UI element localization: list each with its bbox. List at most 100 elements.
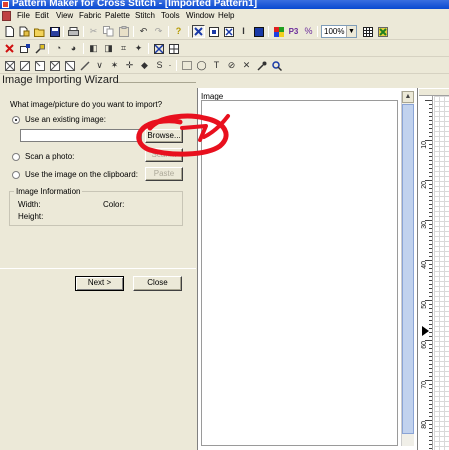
stopwatch-icon[interactable]: ◔ [52, 42, 65, 55]
full-stitch-tool-icon[interactable] [3, 59, 16, 72]
text-cursor-icon[interactable]: I [237, 25, 250, 38]
view-color-blocks-icon[interactable] [252, 25, 265, 38]
redo-icon[interactable]: ↷ [152, 25, 165, 38]
toolbar-separator [48, 43, 49, 54]
help-icon[interactable]: ? [172, 25, 185, 38]
palette-colors-icon[interactable] [272, 25, 285, 38]
radio-scan-photo[interactable] [12, 153, 20, 161]
toolbar-separator [83, 26, 84, 37]
height-label: Height: [18, 212, 44, 221]
special-stitch-tool-icon[interactable]: ◆ [138, 59, 151, 72]
menu-view[interactable]: View [56, 11, 73, 20]
close-button[interactable]: Close [133, 276, 182, 291]
open-folder-icon[interactable] [33, 25, 46, 38]
zoom-select[interactable]: 100% ▼ [321, 25, 357, 38]
palette-manager-icon[interactable]: P3 [287, 25, 300, 38]
image-preview-area [201, 100, 398, 446]
cut-icon[interactable]: ✂ [87, 25, 100, 38]
stitch-view-toggle-icon[interactable] [376, 25, 389, 38]
print-icon[interactable] [67, 25, 80, 38]
toolbar-separator [133, 26, 134, 37]
browse-button[interactable]: Browse... [145, 129, 183, 143]
ruler-label-80: 80 [421, 421, 428, 429]
menu-edit[interactable]: Edit [35, 11, 49, 20]
image-scrollbar[interactable]: ▲ [401, 91, 414, 446]
copy-icon[interactable] [102, 25, 115, 38]
option-existing-label: Use an existing image: [25, 115, 106, 124]
scan-button[interactable]: Scan... [145, 148, 183, 162]
ruler-ticks [425, 100, 432, 449]
menu-stitch[interactable]: Stitch [135, 11, 155, 20]
text-tool-icon[interactable]: T [210, 59, 223, 72]
chevron-down-icon[interactable]: ▼ [346, 26, 356, 37]
radio-existing-image[interactable] [12, 116, 20, 124]
color-picker-icon[interactable] [33, 42, 46, 55]
shape-tool-icon[interactable]: ⊘ [225, 59, 238, 72]
palette-symbols-icon[interactable]: % [302, 25, 315, 38]
image-path-field[interactable] [20, 129, 142, 142]
pattern-grid[interactable] [434, 96, 449, 450]
vertical-ruler: 10 20 30 40 50 60 70 80 [419, 96, 433, 450]
scrollbar-thumb[interactable] [402, 104, 414, 434]
menu-fabric[interactable]: Fabric [79, 11, 101, 20]
menu-file[interactable]: File [17, 11, 30, 20]
mirror-icon[interactable]: ◧ [87, 42, 100, 55]
menu-tools[interactable]: Tools [161, 11, 180, 20]
menu-window[interactable]: Window [186, 11, 214, 20]
ruler-label-20: 20 [421, 181, 428, 189]
pattern-canvas-pane: 10 20 30 40 50 60 70 80 [417, 88, 449, 450]
fill-bucket-icon[interactable] [18, 42, 31, 55]
stitch-grid-icon[interactable] [167, 42, 180, 55]
curve-tool-icon[interactable]: S [153, 59, 166, 72]
document-icon[interactable] [2, 11, 11, 21]
full-cross-stitch-icon[interactable] [192, 25, 205, 38]
color-label: Color: [103, 200, 125, 209]
long-stitch-tool-icon[interactable]: ∨ [93, 59, 106, 72]
option-clipboard-label: Use the image on the clipboard: [25, 170, 138, 179]
view-stitches-icon[interactable] [222, 25, 235, 38]
toolbar-separator [176, 60, 177, 71]
zoom-value: 100% [324, 27, 345, 36]
menu-help[interactable]: Help [218, 11, 234, 20]
open-wizard-icon[interactable] [18, 25, 31, 38]
standard-toolbar: ✂ ↶ ↷ ? I P3 % 100% ▼ [0, 23, 449, 40]
window-title: Pattern Maker for Cross Stitch - [Import… [12, 0, 258, 9]
petite-stitch-tool-icon[interactable] [63, 59, 76, 72]
header-divider [118, 82, 196, 83]
french-knot-tool-icon[interactable]: ✶ [108, 59, 121, 72]
magnifier-icon[interactable] [270, 59, 283, 72]
toolbar-separator [268, 26, 269, 37]
wizard-title: Image Importing Wizard [2, 74, 119, 86]
next-button[interactable]: Next > [75, 276, 124, 291]
radio-clipboard[interactable] [12, 171, 20, 179]
timer-icon[interactable]: ◕ [67, 42, 80, 55]
paste-icon[interactable] [117, 25, 130, 38]
image-preview-panel: Image ▲ [197, 88, 417, 450]
crop-icon[interactable]: ⌗ [117, 42, 130, 55]
ruler-label-60: 60 [421, 341, 428, 349]
bead-tool-icon[interactable]: ✛ [123, 59, 136, 72]
quarter-stitch-tool-icon[interactable] [33, 59, 46, 72]
half-stitch-tool-icon[interactable] [18, 59, 31, 72]
rotate-icon[interactable]: ◨ [102, 42, 115, 55]
ruler-label-40: 40 [421, 261, 428, 269]
grid-toggle-icon[interactable] [361, 25, 374, 38]
undo-icon[interactable]: ↶ [137, 25, 150, 38]
toolbar-separator [148, 43, 149, 54]
lasso-select-icon[interactable]: ◯ [195, 59, 208, 72]
stitch-pattern-icon[interactable] [152, 42, 165, 55]
view-symbols-icon[interactable] [207, 25, 220, 38]
scroll-up-icon[interactable]: ▲ [402, 91, 414, 103]
move-tool-icon[interactable]: ✕ [240, 59, 253, 72]
new-file-icon[interactable] [3, 25, 16, 38]
paste-button[interactable]: Paste [145, 167, 183, 181]
tools-icon[interactable]: ✦ [132, 42, 145, 55]
delete-x-icon[interactable] [3, 42, 16, 55]
backstitch-tool-icon[interactable] [78, 59, 91, 72]
save-icon[interactable] [48, 25, 61, 38]
three-quarter-stitch-tool-icon[interactable] [48, 59, 61, 72]
eyedropper-icon[interactable] [255, 59, 268, 72]
chevron-down-icon[interactable]: · [166, 59, 174, 72]
rectangle-select-icon[interactable] [180, 59, 193, 72]
menu-palette[interactable]: Palette [105, 11, 130, 20]
